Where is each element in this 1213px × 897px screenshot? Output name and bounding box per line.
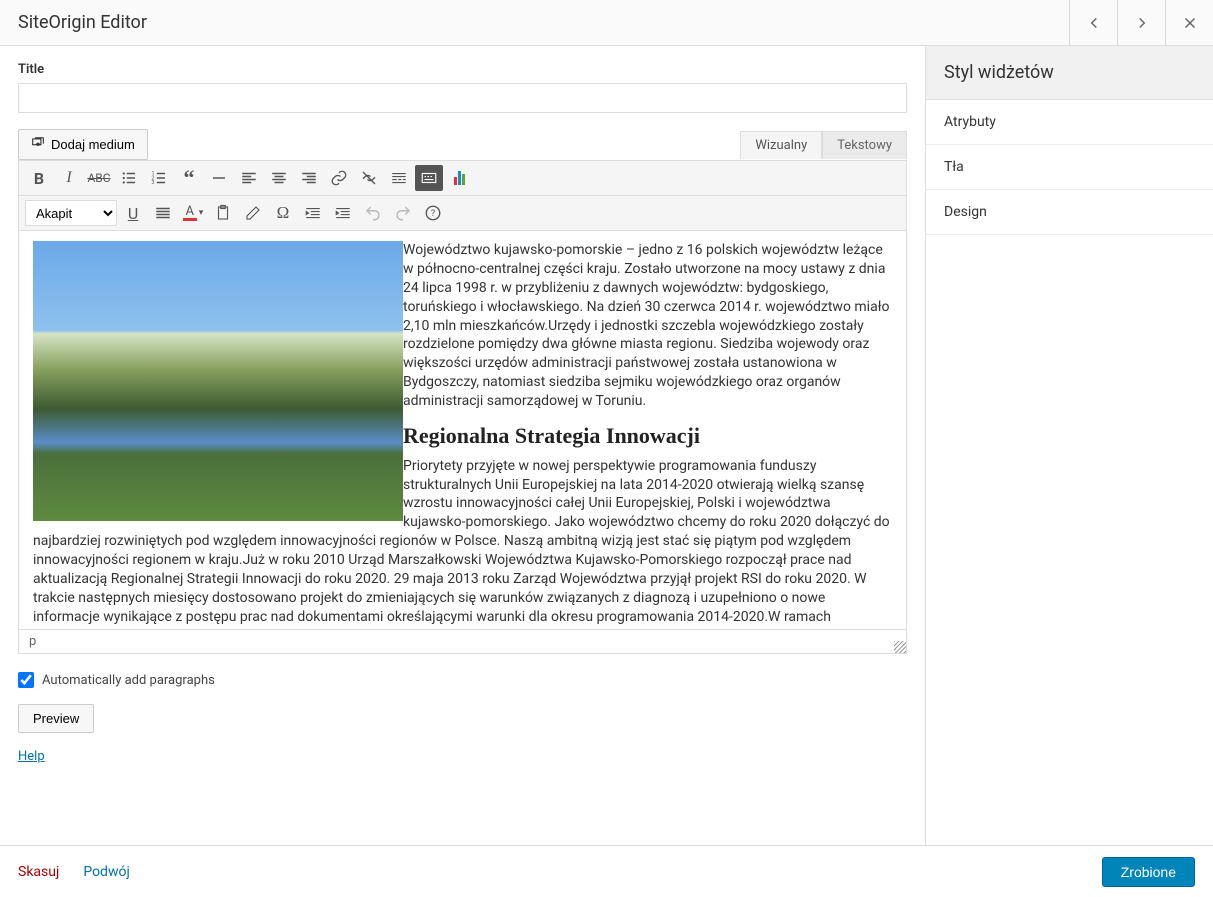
keyboard-icon: [420, 169, 438, 187]
text-color-button[interactable]: A▾: [179, 200, 207, 226]
resize-handle[interactable]: [894, 641, 906, 653]
close-icon: [1181, 14, 1199, 32]
bullet-list-button[interactable]: [115, 165, 143, 191]
svg-text:?: ?: [431, 209, 435, 219]
toolbar-row-2: Akapit U A▾ Ω ?: [19, 196, 906, 231]
svg-text:3: 3: [152, 180, 155, 186]
editor-status-bar: p: [19, 629, 906, 653]
help-button[interactable]: ?: [419, 200, 447, 226]
bold-button[interactable]: B: [25, 165, 53, 191]
hr-button[interactable]: [205, 165, 233, 191]
outdent-icon: [304, 204, 322, 222]
chevron-left-icon: [1085, 14, 1103, 32]
indent-icon: [334, 204, 352, 222]
sidebar-title: Styl widżetów: [926, 46, 1213, 100]
prev-button[interactable]: [1069, 0, 1117, 45]
tab-visual[interactable]: Wizualny: [740, 131, 822, 159]
bullet-list-icon: [120, 169, 138, 187]
redo-icon: [394, 204, 412, 222]
help-icon: ?: [424, 204, 442, 222]
element-path: p: [29, 634, 36, 649]
justify-button[interactable]: [149, 200, 177, 226]
unlink-button[interactable]: [355, 165, 383, 191]
toolbar-toggle-button[interactable]: [415, 165, 443, 191]
bar-chart-icon: [454, 171, 465, 185]
add-media-button[interactable]: Dodaj medium: [18, 129, 148, 160]
justify-icon: [154, 204, 172, 222]
sidebar-item-attributes[interactable]: Atrybuty: [926, 100, 1213, 145]
title-label: Title: [18, 62, 907, 77]
chevron-right-icon: [1133, 14, 1151, 32]
help-link[interactable]: Help: [18, 749, 45, 764]
special-char-button[interactable]: Ω: [269, 200, 297, 226]
eraser-icon: [244, 204, 262, 222]
paste-text-button[interactable]: [209, 200, 237, 226]
align-left-icon: [240, 169, 258, 187]
editor-content[interactable]: Województwo kujawsko-pomorskie – jedno z…: [19, 231, 906, 629]
read-more-icon: [390, 169, 408, 187]
numbered-list-button[interactable]: 123: [145, 165, 173, 191]
content-image[interactable]: [33, 241, 403, 521]
clear-format-button[interactable]: [239, 200, 267, 226]
undo-icon: [364, 204, 382, 222]
redo-button[interactable]: [389, 200, 417, 226]
hr-icon: [210, 169, 228, 187]
more-button[interactable]: [385, 165, 413, 191]
blockquote-button[interactable]: “: [175, 165, 203, 191]
dialog-title: SiteOrigin Editor: [0, 12, 147, 33]
align-center-icon: [270, 169, 288, 187]
outdent-button[interactable]: [299, 200, 327, 226]
indent-button[interactable]: [329, 200, 357, 226]
add-media-label: Dodaj medium: [51, 137, 135, 152]
align-center-button[interactable]: [265, 165, 293, 191]
preview-button[interactable]: Preview: [18, 704, 94, 733]
close-button[interactable]: [1165, 0, 1213, 45]
align-left-button[interactable]: [235, 165, 263, 191]
numbered-list-icon: 123: [150, 169, 168, 187]
clipboard-icon: [214, 204, 232, 222]
editor: B I ABC 123 “: [18, 160, 907, 654]
dialog-footer: Skasuj Podwój Zrobione: [0, 845, 1213, 897]
align-right-icon: [300, 169, 318, 187]
undo-button[interactable]: [359, 200, 387, 226]
link-button[interactable]: [325, 165, 353, 191]
media-icon: [31, 136, 45, 153]
auto-paragraphs-label: Automatically add paragraphs: [42, 673, 215, 688]
format-select[interactable]: Akapit: [25, 200, 117, 226]
strikethrough-button[interactable]: ABC: [85, 165, 113, 191]
sidebar-item-backgrounds[interactable]: Tła: [926, 145, 1213, 190]
title-input[interactable]: [18, 83, 907, 113]
align-right-button[interactable]: [295, 165, 323, 191]
auto-paragraphs-row[interactable]: Automatically add paragraphs: [18, 672, 907, 688]
unlink-icon: [360, 169, 378, 187]
toolbar-row-1: B I ABC 123 “: [19, 161, 906, 196]
sidebar-item-design[interactable]: Design: [926, 190, 1213, 235]
auto-paragraphs-checkbox[interactable]: [18, 672, 34, 688]
italic-button[interactable]: I: [55, 165, 83, 191]
underline-button[interactable]: U: [119, 200, 147, 226]
link-icon: [330, 169, 348, 187]
next-button[interactable]: [1117, 0, 1165, 45]
done-button[interactable]: Zrobione: [1102, 857, 1195, 887]
chart-button[interactable]: [445, 165, 473, 191]
widget-styles-sidebar: Styl widżetów Atrybuty Tła Design: [925, 46, 1213, 897]
tab-text[interactable]: Tekstowy: [822, 131, 907, 159]
cancel-link[interactable]: Skasuj: [18, 864, 59, 880]
duplicate-link[interactable]: Podwój: [83, 864, 129, 880]
dialog-header: SiteOrigin Editor: [0, 0, 1213, 46]
